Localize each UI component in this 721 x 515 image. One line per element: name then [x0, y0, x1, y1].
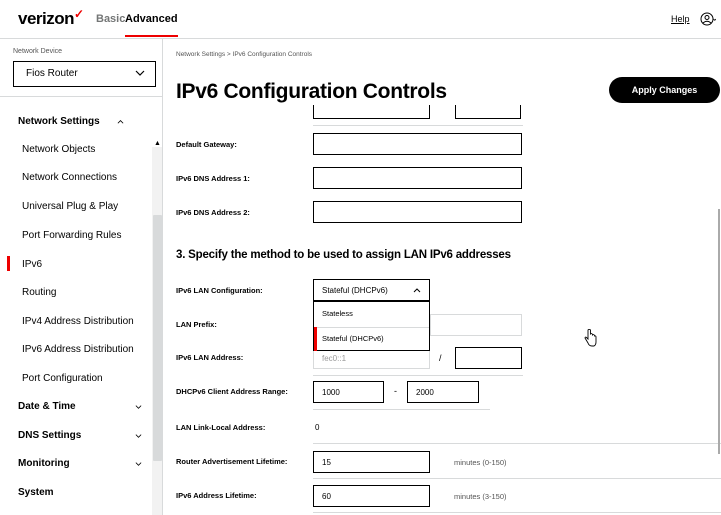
lan-config-dropdown[interactable]: Stateful (DHCPv6) [313, 279, 430, 301]
logo-check: ✓ [74, 7, 84, 21]
addr-lifetime-hint: minutes (3-150) [454, 492, 507, 501]
breadcrumb: Network Settings > IPv6 Configuration Co… [176, 51, 313, 58]
sidebar-item-port-forwarding[interactable]: Port Forwarding Rules [22, 230, 172, 241]
tab-advanced[interactable]: Advanced [125, 13, 178, 37]
chevron-down-icon [135, 70, 145, 76]
dns1-label: IPv6 DNS Address 1: [176, 174, 250, 183]
addr-lifetime-label: IPv6 Address Lifetime: [176, 491, 257, 500]
sidebar-item-network-connections[interactable]: Network Connections [22, 172, 172, 183]
sidebar-section-network-settings[interactable]: Network Settings [18, 116, 168, 127]
hand-cursor-icon [584, 329, 597, 347]
dropdown-option-stateful[interactable]: Stateful (DHCPv6) [314, 327, 429, 351]
lan-prefix-label: LAN Prefix: [176, 320, 217, 329]
sidebar-section-label: System [18, 487, 54, 498]
network-device-value: Fios Router [26, 68, 78, 79]
logo-text: verizon [18, 9, 75, 28]
dns2-label: IPv6 DNS Address 2: [176, 208, 250, 217]
dns2-input[interactable] [313, 201, 522, 223]
lan-address-label: IPv6 LAN Address: [176, 353, 244, 362]
default-gateway-label: Default Gateway: [176, 140, 237, 149]
dhcp-range-start-input[interactable]: 1000 [313, 381, 384, 403]
user-circle-icon[interactable] [700, 11, 716, 27]
partial-input-field[interactable] [455, 105, 521, 119]
row-divider [313, 443, 721, 444]
apply-changes-button[interactable]: Apply Changes [609, 77, 720, 103]
slash-separator: / [439, 353, 442, 363]
ra-lifetime-input[interactable]: 15 [313, 451, 430, 473]
row-divider [313, 512, 721, 513]
chevron-up-icon [413, 288, 421, 293]
sidebar-section-monitoring[interactable]: Monitoring [18, 458, 168, 469]
sidebar-section-label: DNS Settings [18, 430, 82, 441]
default-gateway-input[interactable] [313, 133, 522, 155]
chevron-down-icon [135, 434, 142, 438]
lan-prefix-length-input[interactable] [455, 347, 522, 369]
sidebar-item-network-objects[interactable]: Network Objects [22, 144, 172, 155]
ra-lifetime-hint: minutes (0-150) [454, 458, 507, 467]
main-scrollbar[interactable] [718, 209, 720, 454]
top-navigation-bar: verizon✓ Basic Advanced Help [0, 0, 721, 39]
sidebar-item-ipv6[interactable]: IPv6 [22, 259, 172, 270]
sidebar-section-date-time[interactable]: Date & Time [18, 401, 168, 412]
addr-lifetime-input[interactable]: 60 [313, 485, 430, 507]
lan-address-value: fec0::1 [322, 354, 347, 363]
sidebar-item-ipv6-distribution[interactable]: IPv6 Address Distribution [22, 344, 172, 355]
main-content: Network Settings > IPv6 Configuration Co… [163, 39, 721, 515]
sidebar-item-upnp[interactable]: Universal Plug & Play [22, 201, 172, 212]
page-title: IPv6 Configuration Controls [176, 80, 447, 103]
chevron-up-icon [117, 120, 124, 124]
range-dash: - [394, 386, 397, 396]
sidebar-section-dns-settings[interactable]: DNS Settings [18, 430, 168, 441]
row-divider [313, 125, 523, 126]
network-device-label: Network Device [13, 48, 63, 55]
lan-config-dropdown-menu: Stateless Stateful (DHCPv6) [313, 301, 430, 351]
sidebar-section-label: Monitoring [18, 458, 70, 469]
sidebar-section-label: Date & Time [18, 401, 76, 412]
partial-input-field[interactable] [313, 105, 430, 119]
dhcp-range-start-value: 1000 [322, 388, 340, 397]
lan-config-label: IPv6 LAN Configuration: [176, 286, 263, 295]
sidebar-divider [0, 96, 163, 97]
section-3-heading: 3. Specify the method to be used to assi… [176, 249, 511, 261]
row-divider [313, 375, 523, 376]
dhcp-range-end-value: 2000 [416, 388, 434, 397]
dns1-input[interactable] [313, 167, 522, 189]
row-divider [313, 409, 490, 410]
sidebar-section-label: Network Settings [18, 116, 100, 127]
link-local-value: 0 [315, 423, 320, 432]
dhcp-range-end-input[interactable]: 2000 [407, 381, 479, 403]
tab-basic[interactable]: Basic [96, 13, 125, 25]
sidebar-item-routing[interactable]: Routing [22, 287, 172, 298]
sidebar-section-system[interactable]: System [18, 487, 168, 498]
lan-config-value: Stateful (DHCPv6) [322, 286, 388, 295]
sidebar-item-port-configuration[interactable]: Port Configuration [22, 373, 172, 384]
row-divider [313, 478, 721, 479]
chevron-down-icon [135, 462, 142, 466]
dhcp-range-label: DHCPv6 Client Address Range: [176, 387, 288, 396]
lan-prefix-input[interactable] [430, 314, 522, 336]
sidebar-item-ipv4-distribution[interactable]: IPv4 Address Distribution [22, 316, 172, 327]
sidebar-scrollbar-thumb[interactable] [153, 215, 162, 461]
verizon-logo[interactable]: verizon✓ [18, 7, 84, 29]
help-link[interactable]: Help [671, 14, 690, 24]
addr-lifetime-value: 60 [322, 492, 331, 501]
link-local-label: LAN Link-Local Address: [176, 423, 266, 432]
ra-lifetime-label: Router Advertisement Lifetime: [176, 457, 288, 466]
active-indicator [7, 256, 10, 271]
network-device-select[interactable]: Fios Router [13, 61, 156, 87]
ra-lifetime-value: 15 [322, 458, 331, 467]
chevron-down-icon [135, 405, 142, 409]
dropdown-option-stateless[interactable]: Stateless [314, 302, 429, 326]
sidebar: Network Device Fios Router ▲ Network Set… [0, 39, 163, 515]
